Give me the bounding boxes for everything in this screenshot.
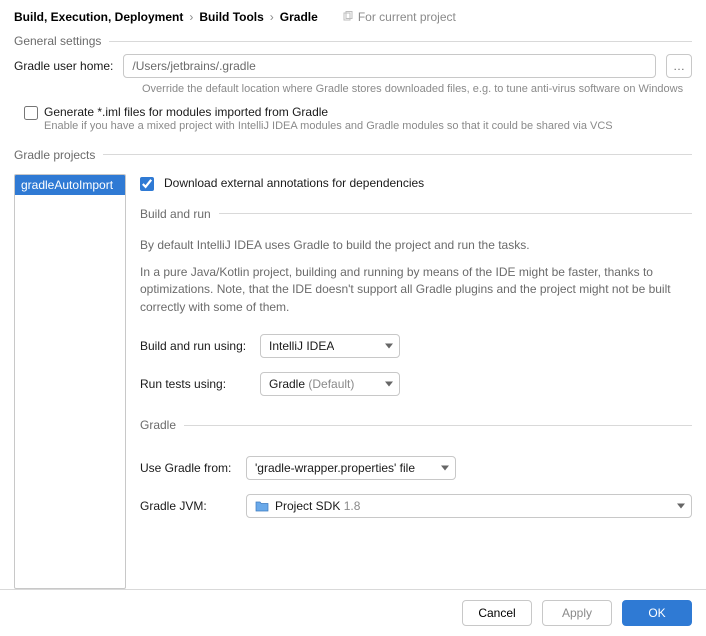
section-build-run-label: Build and run <box>140 207 211 221</box>
divider <box>184 425 692 426</box>
use-gradle-from-value: 'gradle-wrapper.properties' file <box>255 461 415 475</box>
chevron-down-icon <box>385 344 393 349</box>
divider <box>109 41 692 42</box>
section-general: General settings <box>14 34 692 48</box>
section-build-run: Build and run <box>140 207 692 221</box>
gradle-jvm-value: Project SDK 1.8 <box>275 499 360 513</box>
download-annotations-checkbox[interactable] <box>140 177 154 191</box>
download-annotations-label: Download external annotations for depend… <box>164 176 424 190</box>
apply-button[interactable]: Apply <box>542 600 612 626</box>
list-item[interactable]: gradleAutoImport <box>15 175 125 195</box>
section-gradle: Gradle <box>140 418 692 432</box>
chevron-down-icon <box>677 504 685 509</box>
copy-icon <box>342 11 354 23</box>
gradle-jvm-label: Gradle JVM: <box>140 499 236 513</box>
gradle-home-hint: Override the default location where Grad… <box>142 82 692 97</box>
section-projects: Gradle projects <box>14 148 692 162</box>
scope-indicator: For current project <box>342 10 456 24</box>
build-using-select[interactable]: IntelliJ IDEA <box>260 334 400 358</box>
build-using-label: Build and run using: <box>140 339 250 353</box>
cancel-button[interactable]: Cancel <box>462 600 532 626</box>
crumb-gradle[interactable]: Gradle <box>280 10 318 24</box>
chevron-down-icon <box>441 466 449 471</box>
section-general-label: General settings <box>14 34 101 48</box>
section-gradle-label: Gradle <box>140 418 176 432</box>
gradle-projects-list[interactable]: gradleAutoImport <box>14 174 126 589</box>
divider <box>219 213 692 214</box>
crumb-build-exec-deploy[interactable]: Build, Execution, Deployment <box>14 10 183 24</box>
generate-iml-checkbox[interactable] <box>24 106 38 120</box>
ok-button[interactable]: OK <box>622 600 692 626</box>
generate-iml-label: Generate *.iml files for modules importe… <box>44 105 613 119</box>
chevron-right-icon: › <box>189 10 193 24</box>
tests-using-select[interactable]: Gradle (Default) <box>260 372 400 396</box>
section-projects-label: Gradle projects <box>14 148 95 162</box>
crumb-build-tools[interactable]: Build Tools <box>199 10 263 24</box>
gradle-jvm-select[interactable]: Project SDK 1.8 <box>246 494 692 518</box>
use-gradle-from-select[interactable]: 'gradle-wrapper.properties' file <box>246 456 456 480</box>
dialog-footer: Cancel Apply OK <box>0 589 706 636</box>
build-using-value: IntelliJ IDEA <box>269 339 334 353</box>
browse-button[interactable]: … <box>666 54 692 78</box>
gradle-home-input[interactable] <box>123 54 656 78</box>
tests-using-label: Run tests using: <box>140 377 250 391</box>
use-gradle-from-label: Use Gradle from: <box>140 461 236 475</box>
folder-icon <box>255 500 269 512</box>
chevron-down-icon <box>385 382 393 387</box>
build-run-text-1: By default IntelliJ IDEA uses Gradle to … <box>140 237 692 254</box>
build-run-text-2: In a pure Java/Kotlin project, building … <box>140 264 692 316</box>
chevron-right-icon: › <box>270 10 274 24</box>
gradle-home-label: Gradle user home: <box>14 59 113 73</box>
scope-label: For current project <box>358 10 456 24</box>
tests-using-value: Gradle (Default) <box>269 377 354 391</box>
ellipsis-icon: … <box>673 59 685 73</box>
divider <box>103 154 692 155</box>
breadcrumb: Build, Execution, Deployment › Build Too… <box>0 0 706 32</box>
generate-iml-hint: Enable if you have a mixed project with … <box>44 119 613 134</box>
